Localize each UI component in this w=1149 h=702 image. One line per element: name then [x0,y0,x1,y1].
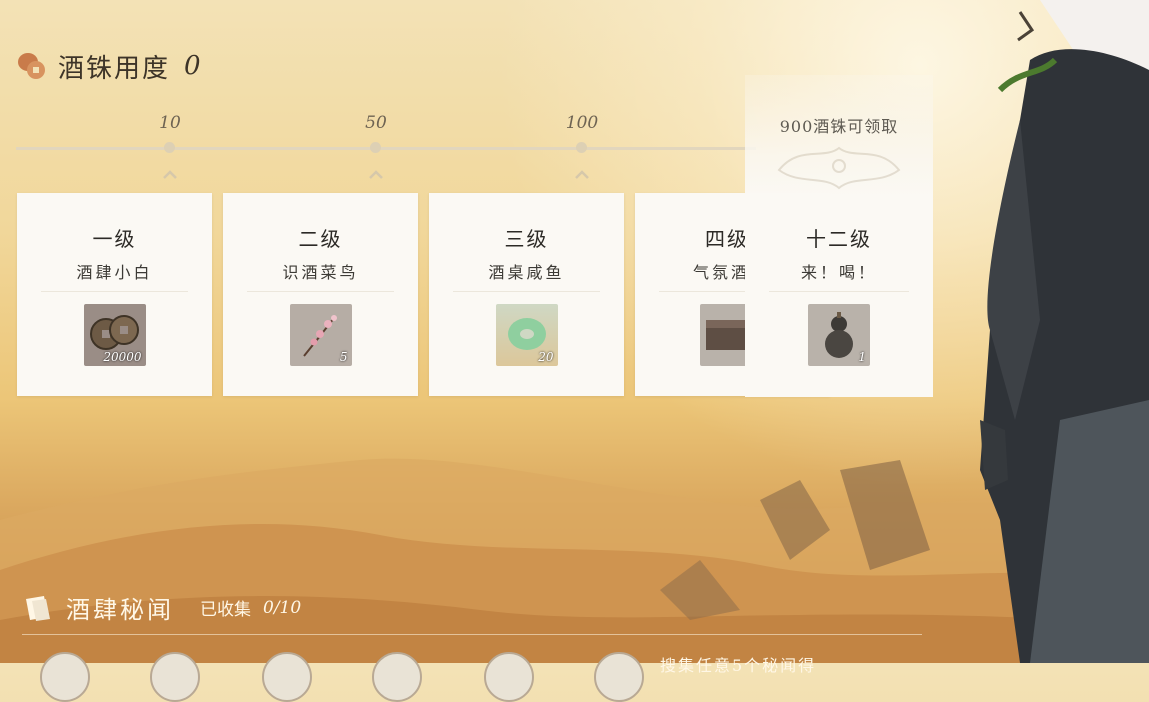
card-divider [453,291,600,292]
currency-header: 酒铢用度 0 [16,48,201,84]
lore-section-header: 酒肆秘闻 已收集 0/10 [22,590,301,625]
progress-track [16,147,756,150]
reward-card-level-2[interactable]: 二级 识酒菜鸟 5 [223,193,418,396]
milestone-label: 50 [365,113,387,133]
lore-section-title: 酒肆秘闻 [66,596,174,624]
card-divider [41,291,188,292]
reward-count: 20 [538,350,554,364]
chevron-up-icon [575,170,589,179]
milestone-label: 100 [565,113,599,133]
card-title: 识酒菜鸟 [282,263,359,282]
reward-item[interactable]: 20000 [83,304,146,366]
reward-item[interactable]: 20 [495,304,558,366]
reward-card-level-12[interactable]: 900酒铢可领取 十二级 来！喝！ 1 [745,75,933,397]
lore-entry-icon[interactable] [40,652,90,702]
reward-card-level-1[interactable]: 一级 酒肆小白 20000 [17,193,212,396]
reward-count: 1 [858,350,866,364]
card-divider [247,291,394,292]
lore-entry-icon[interactable] [594,652,644,702]
card-title: 酒桌咸鱼 [488,263,565,282]
card-level: 一级 [92,227,137,251]
card-divider [769,291,909,292]
card-title: 酒肆小白 [76,263,153,282]
currency-value: 0 [184,51,201,81]
character-figure [980,0,1149,663]
card-level: 二级 [298,227,343,251]
milestone-marker [370,142,381,153]
collected-label: 已收集 [200,600,251,620]
reward-item[interactable]: 1 [808,304,870,366]
lore-entry-icon[interactable] [262,652,312,702]
collected-value: 0/10 [263,597,302,618]
collection-task-text: 搜集任意5个秘闻得 [660,656,817,675]
coin-jar-icon [18,53,45,79]
milestone-marker [164,142,175,153]
reward-item[interactable]: 5 [289,304,352,366]
lore-entry-icon[interactable] [484,652,534,702]
scroll-icon [26,595,50,621]
card-level: 三级 [504,227,549,251]
reward-card-level-3[interactable]: 三级 酒桌咸鱼 20 [429,193,624,396]
lore-entry-icon[interactable] [372,652,422,702]
reward-count: 5 [339,350,348,364]
lore-entry-icon[interactable] [150,652,200,702]
card-level: 十二级 [806,227,872,251]
section-divider [22,634,922,635]
reward-count: 20000 [103,350,142,364]
card-title: 来！喝！ [800,263,877,282]
chevron-up-icon [369,170,383,179]
chevron-up-icon [163,170,177,179]
milestone-marker [576,142,587,153]
milestone-label: 10 [159,113,181,133]
currency-title: 酒铢用度 [58,53,171,84]
cloud-ornament-icon [777,146,901,190]
